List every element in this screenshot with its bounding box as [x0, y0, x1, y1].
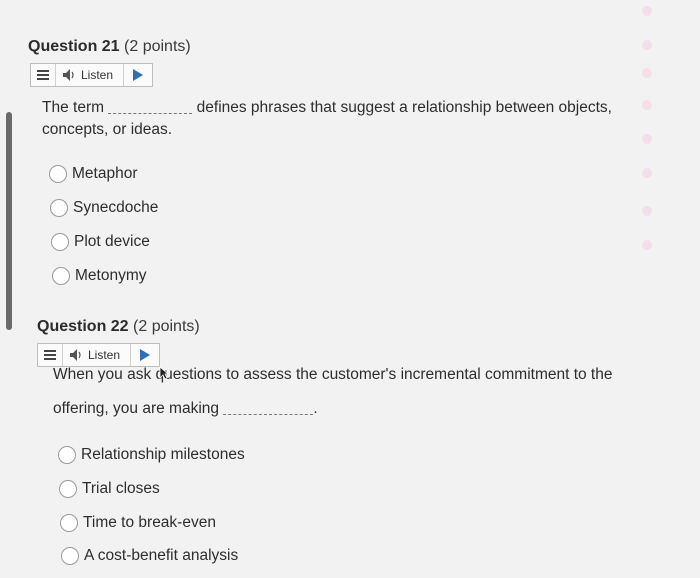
option-metaphor[interactable]: Metaphor	[49, 165, 137, 183]
radio-button[interactable]	[58, 446, 76, 464]
option-synecdoche[interactable]: Synecdoche	[50, 199, 158, 217]
speaker-icon	[62, 69, 78, 81]
option-cost-benefit-analysis[interactable]: A cost-benefit analysis	[61, 547, 238, 565]
question-text-line2: concepts, or ideas.	[42, 121, 173, 138]
option-metonymy[interactable]: Metonymy	[52, 267, 147, 285]
radio-button[interactable]	[51, 233, 69, 251]
decorative-dot	[642, 240, 652, 250]
answer-blank	[108, 101, 193, 115]
play-icon[interactable]	[123, 64, 152, 86]
question-text: The term defines phrases that suggest a …	[42, 99, 612, 116]
radio-button[interactable]	[50, 199, 68, 217]
speaker-icon	[69, 349, 85, 361]
listen-label[interactable]: Listen	[81, 68, 113, 82]
mouse-cursor-icon	[159, 366, 169, 380]
decorative-dot	[642, 68, 652, 78]
decorative-dot	[642, 168, 652, 178]
decorative-dot	[642, 206, 652, 216]
scrollbar-indicator[interactable]	[6, 112, 12, 330]
decorative-dot	[642, 6, 652, 16]
radio-button[interactable]	[49, 165, 67, 183]
menu-icon[interactable]	[31, 64, 56, 86]
listen-toolbar[interactable]: Listen	[30, 63, 154, 87]
radio-button[interactable]	[60, 514, 78, 532]
listen-label[interactable]: Listen	[88, 348, 120, 362]
question-text-line2: offering, you are making .	[53, 400, 318, 417]
play-icon[interactable]	[130, 344, 159, 366]
radio-button[interactable]	[61, 547, 79, 565]
question-title: Question 21 (2 points)	[28, 38, 191, 55]
menu-icon[interactable]	[38, 344, 63, 366]
decorative-dot	[642, 40, 652, 50]
option-relationship-milestones[interactable]: Relationship milestones	[58, 446, 245, 464]
question-title: Question 22 (2 points)	[37, 318, 200, 335]
decorative-dot	[642, 134, 652, 144]
option-trial-closes[interactable]: Trial closes	[59, 480, 160, 498]
answer-blank	[223, 402, 314, 416]
option-time-to-break-even[interactable]: Time to break-even	[60, 514, 216, 532]
option-plot-device[interactable]: Plot device	[51, 233, 150, 251]
question-text: When you ask questions to assess the cus…	[53, 366, 613, 383]
radio-button[interactable]	[52, 267, 70, 285]
radio-button[interactable]	[59, 480, 77, 498]
